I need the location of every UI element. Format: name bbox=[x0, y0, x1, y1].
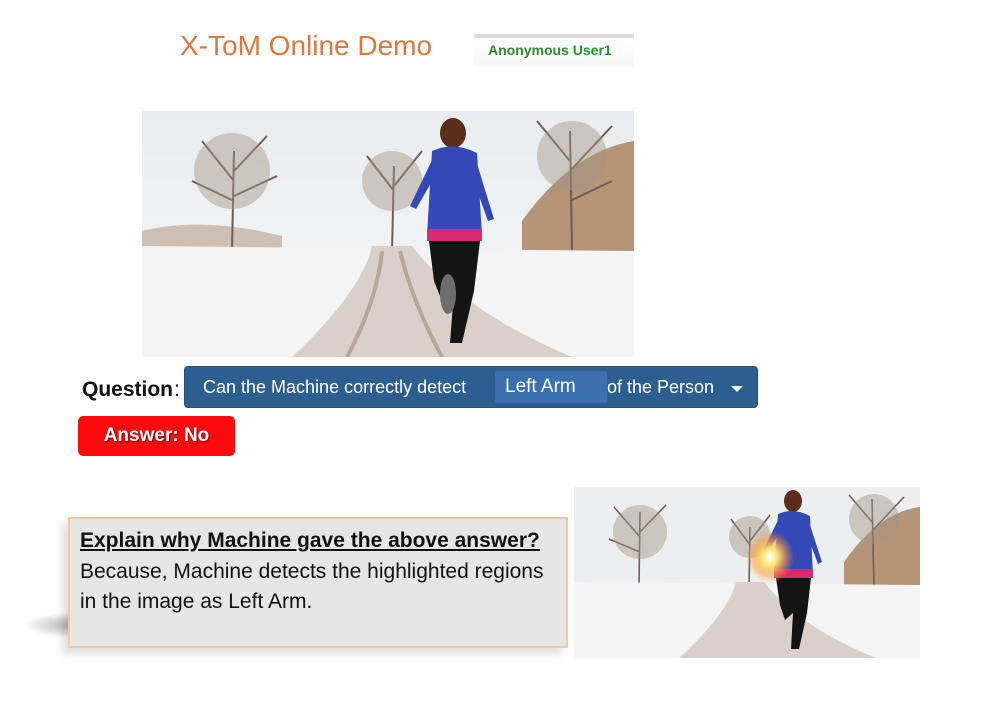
answer-label: Answer: No bbox=[103, 425, 210, 446]
body-part-select[interactable]: Left Arm bbox=[495, 371, 607, 403]
explanation-photo bbox=[574, 487, 920, 658]
answer-badge: Answer: No bbox=[78, 416, 235, 456]
question-suffix: of the Person bbox=[607, 377, 715, 397]
explanation-heading: Explain why Machine gave the above answe… bbox=[80, 529, 540, 552]
question-prefix: Can the Machine correctly detect bbox=[203, 377, 467, 397]
explanation-box: Explain why Machine gave the above answe… bbox=[68, 517, 568, 648]
question-dropdown[interactable]: Can the Machine correctly detect Left Ar… bbox=[184, 366, 758, 408]
main-photo bbox=[142, 111, 634, 357]
question-colon: : bbox=[174, 378, 180, 401]
explanation-text: Because, Machine detects the highlighted… bbox=[80, 560, 544, 613]
question-label: Question bbox=[82, 378, 174, 401]
user-badge: Anonymous User1 bbox=[474, 34, 634, 66]
caret-down-icon[interactable] bbox=[731, 386, 743, 392]
app-title: X-ToM Online Demo bbox=[180, 30, 433, 61]
user-name: Anonymous User1 bbox=[488, 42, 612, 58]
body-part-value: Left Arm bbox=[505, 376, 576, 397]
